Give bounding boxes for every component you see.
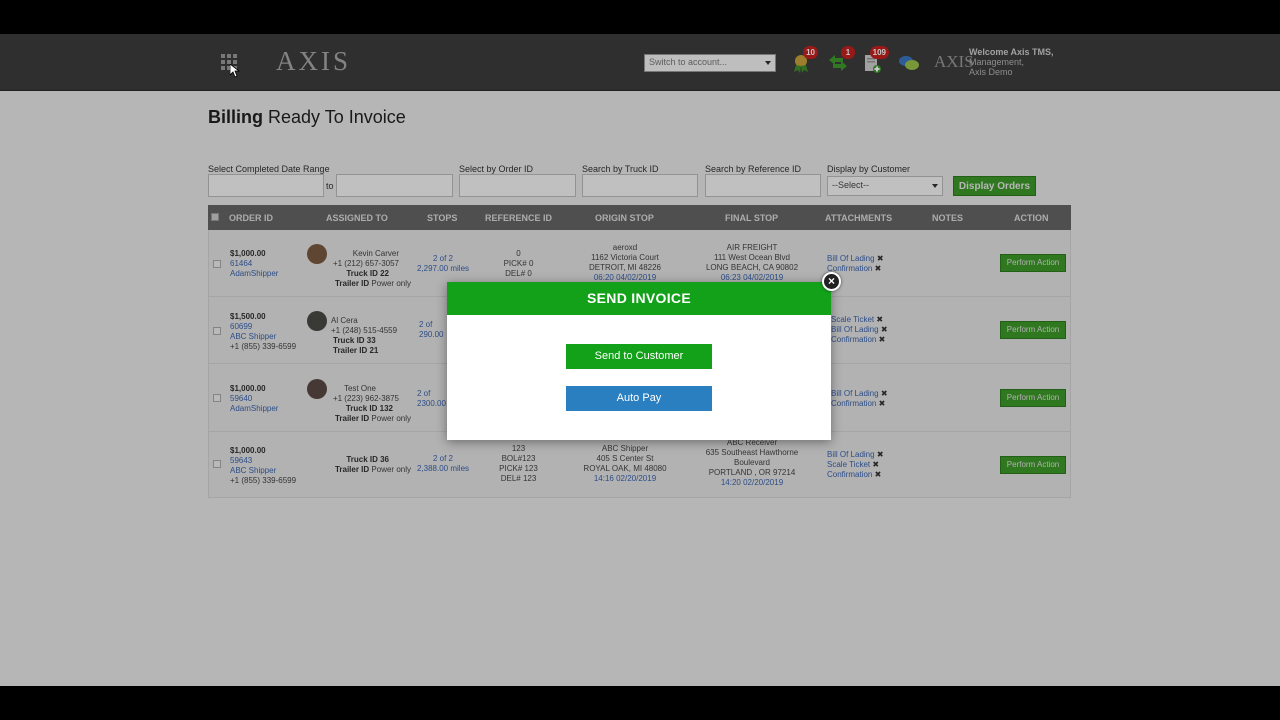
close-icon[interactable]: × [822, 272, 841, 291]
app-window: AXIS Switch to account... 10 1 109 AXIS … [0, 34, 1280, 686]
send-invoice-modal: SEND INVOICE Send to Customer Auto Pay [447, 282, 831, 440]
modal-title: SEND INVOICE [447, 282, 831, 315]
letterbox-bottom [0, 686, 1280, 720]
mouse-cursor-icon [230, 64, 240, 78]
send-to-customer-button[interactable]: Send to Customer [566, 344, 712, 369]
auto-pay-button[interactable]: Auto Pay [566, 386, 712, 411]
